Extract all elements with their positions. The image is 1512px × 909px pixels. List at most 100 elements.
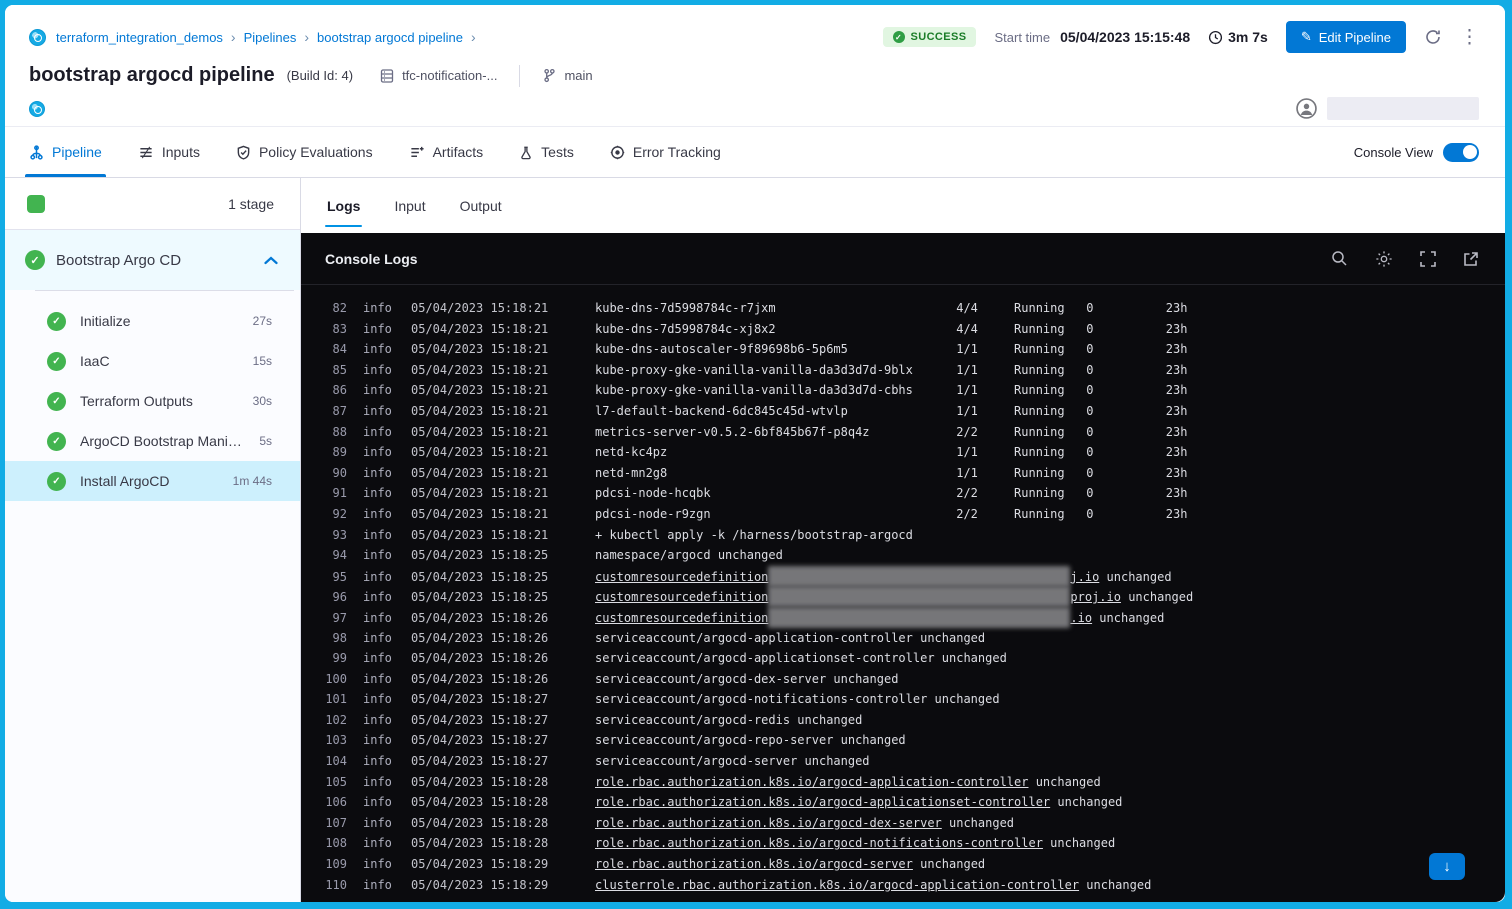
refresh-icon[interactable] xyxy=(1424,28,1442,46)
breadcrumb-pipeline[interactable]: bootstrap argocd pipeline xyxy=(317,30,463,45)
console-view-label: Console View xyxy=(1354,145,1433,160)
log-line: 91info05/04/2023 15:18:21pdcsi-node-hcqb… xyxy=(321,483,1505,504)
tab-label: Pipeline xyxy=(52,144,102,160)
inputs-icon xyxy=(138,145,154,160)
log-line: 104info05/04/2023 15:18:27serviceaccount… xyxy=(321,751,1505,772)
log-line: 106info05/04/2023 15:18:28role.rbac.auth… xyxy=(321,792,1505,813)
log-line: 109info05/04/2023 15:18:29role.rbac.auth… xyxy=(321,854,1505,875)
tab-policy-evaluations[interactable]: Policy Evaluations xyxy=(236,127,373,177)
tab-tests[interactable]: Tests xyxy=(519,127,574,177)
console-log-list[interactable]: 82info05/04/2023 15:18:21kube-dns-7d5998… xyxy=(301,285,1505,902)
success-check-icon: ✓ xyxy=(25,250,45,270)
step-iaac[interactable]: ✓ IaaC 15s xyxy=(5,341,300,381)
log-text: pdcsi-node-hcqbk 2/2 Running 0 23h xyxy=(595,486,1187,500)
log-level: info xyxy=(363,833,403,854)
log-message: namespace/argocd unchanged xyxy=(595,548,783,562)
log-tabbar: Logs Input Output xyxy=(301,178,1505,233)
edit-pipeline-label: Edit Pipeline xyxy=(1319,30,1391,45)
log-timestamp: 05/04/2023 15:18:21 xyxy=(411,319,563,340)
tab-pipeline[interactable]: Pipeline xyxy=(29,127,102,177)
branch-chip[interactable]: main xyxy=(542,68,592,83)
error-tracking-icon xyxy=(610,145,625,160)
console-view-toggle[interactable] xyxy=(1443,143,1479,162)
open-in-new-icon[interactable] xyxy=(1463,251,1479,267)
build-id: (Build Id: 4) xyxy=(287,68,353,83)
edit-pipeline-button[interactable]: ✎ Edit Pipeline xyxy=(1286,21,1406,53)
log-link[interactable]: customresourcedefinition xyxy=(595,590,768,604)
log-link[interactable]: clusterrole.rbac.authorization.k8s.io/ar… xyxy=(595,878,1079,892)
log-text: unchanged xyxy=(1043,836,1115,850)
log-line: 82info05/04/2023 15:18:21kube-dns-7d5998… xyxy=(321,298,1505,319)
log-level: info xyxy=(363,380,403,401)
tab-output[interactable]: Output xyxy=(458,178,504,233)
log-line: 98info05/04/2023 15:18:26serviceaccount/… xyxy=(321,628,1505,649)
log-link[interactable]: role.rbac.authorization.k8s.io/argocd-se… xyxy=(595,857,913,871)
log-link[interactable]: proj.io xyxy=(1070,590,1121,604)
tab-input[interactable]: Input xyxy=(392,178,427,233)
log-message: role.rbac.authorization.k8s.io/argocd-se… xyxy=(595,857,985,871)
log-text: unchanged xyxy=(1050,795,1122,809)
log-message: + kubectl apply -k /harness/bootstrap-ar… xyxy=(595,528,913,542)
stage-status-square xyxy=(27,195,45,213)
log-line-number: 86 xyxy=(321,380,347,401)
log-timestamp: 05/04/2023 15:18:26 xyxy=(411,648,563,669)
log-message: clusterrole.rbac.authorization.k8s.io/ar… xyxy=(595,878,1151,892)
log-level: info xyxy=(363,751,403,772)
log-text: unchanged xyxy=(1028,775,1100,789)
tab-artifacts[interactable]: Artifacts xyxy=(409,127,484,177)
log-link[interactable]: customresourcedefinition xyxy=(595,611,768,625)
tab-error-tracking[interactable]: Error Tracking xyxy=(610,127,721,177)
clock-icon xyxy=(1208,30,1223,45)
log-timestamp: 05/04/2023 15:18:21 xyxy=(411,483,563,504)
tab-label: Error Tracking xyxy=(633,144,721,160)
log-message: metrics-server-v0.5.2-6bf845b67f-p8q4z 2… xyxy=(595,425,1187,439)
user-icon[interactable] xyxy=(1296,98,1317,119)
success-check-icon: ✓ xyxy=(47,432,66,451)
log-message: pdcsi-node-r9zgn 2/2 Running 0 23h xyxy=(595,507,1187,521)
gear-icon[interactable] xyxy=(1375,250,1393,268)
log-link[interactable]: j.io xyxy=(1070,570,1099,584)
log-link[interactable]: role.rbac.authorization.k8s.io/argocd-ap… xyxy=(595,775,1028,789)
log-message: customresourcedefinitionproj.io unchange… xyxy=(595,590,1193,604)
stage-name: Bootstrap Argo CD xyxy=(56,252,181,269)
step-terraform-outputs[interactable]: ✓ Terraform Outputs 30s xyxy=(5,381,300,421)
step-argocd-bootstrap-manifest[interactable]: ✓ ArgoCD Bootstrap Manife... 5s xyxy=(5,421,300,461)
fullscreen-icon[interactable] xyxy=(1420,251,1436,267)
stage-row[interactable]: ✓ Bootstrap Argo CD xyxy=(5,230,300,290)
kebab-menu-icon[interactable]: ⋮ xyxy=(1460,28,1479,47)
log-line-number: 99 xyxy=(321,648,347,669)
step-initialize[interactable]: ✓ Initialize 27s xyxy=(5,301,300,341)
tab-label: Output xyxy=(460,198,502,214)
log-level: info xyxy=(363,648,403,669)
log-line: 103info05/04/2023 15:18:27serviceaccount… xyxy=(321,730,1505,751)
log-message: kube-dns-7d5998784c-xj8x2 4/4 Running 0 … xyxy=(595,322,1187,336)
log-timestamp: 05/04/2023 15:18:21 xyxy=(411,463,563,484)
log-link[interactable]: role.rbac.authorization.k8s.io/argocd-ap… xyxy=(595,795,1050,809)
tab-label: Input xyxy=(394,198,425,214)
log-line-number: 102 xyxy=(321,710,347,731)
log-line: 97info05/04/2023 15:18:26customresourced… xyxy=(321,607,1505,628)
log-line: 94info05/04/2023 15:18:25namespace/argoc… xyxy=(321,545,1505,566)
log-link[interactable]: role.rbac.authorization.k8s.io/argocd-no… xyxy=(595,836,1043,850)
search-icon[interactable] xyxy=(1331,250,1348,267)
log-text: metrics-server-v0.5.2-6bf845b67f-p8q4z 2… xyxy=(595,425,1187,439)
log-message: kube-proxy-gke-vanilla-vanilla-da3d3d7d-… xyxy=(595,383,1187,397)
log-message: netd-mn2g8 1/1 Running 0 23h xyxy=(595,466,1187,480)
log-message: serviceaccount/argocd-notifications-cont… xyxy=(595,692,1000,706)
step-install-argocd[interactable]: ✓ Install ArgoCD 1m 44s xyxy=(5,461,300,501)
log-level: info xyxy=(363,669,403,690)
repo-chip[interactable]: tfc-notification-... xyxy=(379,68,497,84)
start-time-value: 05/04/2023 15:15:48 xyxy=(1060,29,1190,45)
log-line-number: 106 xyxy=(321,792,347,813)
breadcrumb-pipelines[interactable]: Pipelines xyxy=(244,30,297,45)
check-icon: ✓ xyxy=(893,31,905,43)
log-link[interactable]: .io xyxy=(1070,611,1092,625)
tab-inputs[interactable]: Inputs xyxy=(138,127,200,177)
log-link[interactable]: role.rbac.authorization.k8s.io/argocd-de… xyxy=(595,816,942,830)
scroll-to-bottom-button[interactable]: ↓ xyxy=(1429,853,1465,880)
chevron-up-icon[interactable] xyxy=(264,256,278,265)
tab-logs[interactable]: Logs xyxy=(325,178,362,233)
step-name: Initialize xyxy=(80,313,131,329)
log-link[interactable]: customresourcedefinition xyxy=(595,570,768,584)
breadcrumb-project[interactable]: terraform_integration_demos xyxy=(56,30,223,45)
